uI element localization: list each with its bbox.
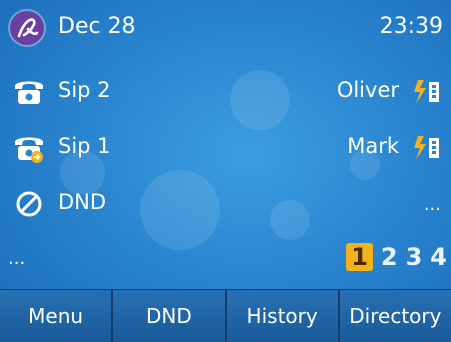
phone-icon: [12, 76, 46, 108]
dnd-icon: [12, 188, 46, 220]
more-contacts-indicator[interactable]: ...: [424, 194, 441, 215]
dnd-row[interactable]: DND: [0, 184, 451, 224]
line-row-1[interactable]: Sip 2 Oliver: [0, 72, 451, 112]
line-label: DND: [58, 190, 107, 214]
menu-softkey[interactable]: Menu: [0, 290, 114, 342]
phone-forward-icon: [12, 132, 46, 164]
history-softkey[interactable]: History: [226, 290, 340, 342]
time-label: 23:39: [379, 14, 443, 39]
presence-busy-icon: [411, 78, 443, 106]
line-label: Sip 2: [58, 78, 111, 102]
dnd-softkey[interactable]: DND: [113, 290, 227, 342]
page-3[interactable]: 3: [402, 243, 427, 271]
page-1[interactable]: 1: [346, 243, 373, 271]
directory-softkey[interactable]: Directory: [339, 290, 451, 342]
softkey-bar: Menu DND History Directory: [0, 289, 451, 342]
status-bar: Dec 28 23:39: [0, 0, 451, 54]
phone-screen: Dec 28 23:39 Sip 2 Oliver Sip 1 Mark DND…: [0, 0, 451, 342]
date-label: Dec 28: [58, 14, 136, 39]
presence-busy-icon: [411, 134, 443, 162]
more-lines-indicator[interactable]: ...: [8, 248, 25, 269]
line-row-2[interactable]: Sip 1 Mark: [0, 128, 451, 168]
page-indicator: 1 2 3 4: [346, 240, 451, 274]
page-2[interactable]: 2: [377, 243, 402, 271]
page-4[interactable]: 4: [426, 243, 451, 271]
brand-logo-icon: [10, 11, 44, 45]
contact-label: Mark: [347, 134, 399, 158]
line-label: Sip 1: [58, 134, 111, 158]
contact-label: Oliver: [336, 78, 399, 102]
